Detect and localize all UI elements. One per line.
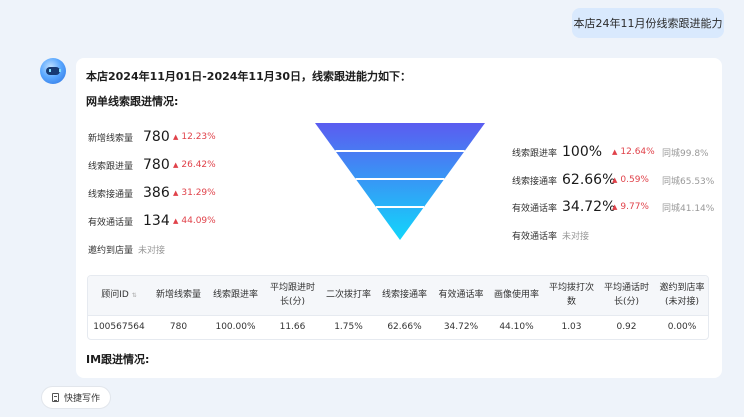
- column-header: 画像使用率: [489, 276, 544, 316]
- user-message-text: 本店24年11月份线索跟进能力: [573, 17, 723, 30]
- table-cell: 100567564: [93, 322, 145, 333]
- metric-label: 线索接通量: [88, 189, 134, 200]
- metric-benchmark: 同城65.53%: [662, 176, 715, 187]
- left-metric: 新增线索量 780 ▲ 12.23%: [88, 129, 216, 145]
- funnel-shape: [315, 123, 485, 240]
- sort-arrows-icon[interactable]: ⇅: [132, 292, 137, 299]
- table-cell: 780: [169, 322, 188, 333]
- metric-delta: ▲ 31.29%: [173, 188, 216, 198]
- metric-label: 新增线索量: [88, 133, 134, 144]
- right-metric: 有效通话率 未对接: [512, 229, 589, 242]
- metric-value: 34.72%: [562, 199, 616, 215]
- metric-delta-value: 0.59%: [620, 175, 649, 185]
- metric-delta-value: 12.23%: [181, 132, 216, 142]
- up-arrow-icon: ▲: [612, 148, 618, 156]
- metric-value: 134: [143, 213, 170, 229]
- column-header-label: 顾问ID: [101, 289, 129, 300]
- metric-benchmark: 同城99.8%: [662, 148, 709, 159]
- metric-value: 780: [143, 157, 170, 173]
- online-section-title: 网单线索跟进情况:: [86, 95, 179, 108]
- table-cell: 100.00%: [215, 322, 256, 333]
- metric-delta: ▲ 44.09%: [173, 216, 216, 226]
- left-metric: 线索接通量 386 ▲ 31.29%: [88, 185, 216, 201]
- quick-write-label: 快捷写作: [63, 394, 100, 404]
- funnel-chart: [315, 123, 485, 240]
- metric-label: 有效通话量: [88, 217, 134, 228]
- metric-delta-value: 44.09%: [181, 216, 216, 226]
- metric-delta-value: 12.64%: [620, 147, 655, 157]
- metric-delta: ▲ 12.23%: [173, 132, 216, 142]
- up-arrow-icon: ▲: [612, 203, 618, 211]
- metric-status: 未对接: [562, 232, 590, 242]
- right-metric: 线索跟进率 100% ▲ 12.64% 同城99.8%: [512, 144, 709, 160]
- table-row: 100567564 780 100.00% 11.66 1.75% 62.66%…: [88, 315, 708, 339]
- table-cell: 0.92: [616, 322, 637, 333]
- column-header: 二次拨打率: [321, 276, 376, 316]
- table-cell: 1.75%: [334, 322, 363, 333]
- left-metric: 邀约到店量 未对接: [88, 243, 165, 256]
- advisor-table: 顾问ID ⇅ 新增线索量 线索跟进率 平均跟进时长(分) 二次拨打率 线索接通率…: [87, 275, 709, 340]
- metric-value: 100%: [562, 144, 603, 160]
- metric-label: 线索接通率: [512, 176, 558, 187]
- table-header-row: 顾问ID ⇅ 新增线索量 线索跟进率 平均跟进时长(分) 二次拨打率 线索接通率…: [88, 276, 708, 316]
- column-header[interactable]: 顾问ID ⇅: [88, 276, 150, 316]
- metric-delta-value: 9.77%: [620, 202, 649, 212]
- metric-label: 有效通话率: [512, 232, 558, 242]
- user-message-bubble: 本店24年11月份线索跟进能力: [572, 8, 724, 38]
- metric-label: 线索跟进量: [88, 161, 134, 172]
- metric-delta-value: 26.42%: [181, 160, 216, 170]
- metric-value: 62.66%: [562, 172, 616, 188]
- metric-delta: ▲ 9.77%: [612, 202, 662, 212]
- table-cell: 62.66%: [387, 322, 422, 333]
- up-arrow-icon: ▲: [173, 217, 179, 225]
- document-icon: [51, 393, 59, 402]
- column-header: 新增线索量: [150, 276, 207, 316]
- up-arrow-icon: ▲: [173, 189, 179, 197]
- reply-intro: 本店2024年11月01日-2024年11月30日，线索跟进能力如下：: [86, 70, 412, 83]
- column-header: 邀约到店率(未对接): [654, 276, 708, 316]
- metric-delta-value: 31.29%: [181, 188, 216, 198]
- metric-delta: ▲ 12.64%: [612, 147, 662, 157]
- metric-delta: ▲ 26.42%: [173, 160, 216, 170]
- left-metric: 有效通话量 134 ▲ 44.09%: [88, 213, 216, 229]
- up-arrow-icon: ▲: [173, 133, 179, 141]
- metric-label: 邀约到店量: [88, 246, 134, 256]
- metric-label: 有效通话率: [512, 203, 558, 214]
- im-section-title: IM跟进情况:: [86, 353, 150, 366]
- metric-status: 未对接: [138, 246, 166, 256]
- column-header: 平均跟进时长(分): [264, 276, 321, 316]
- column-header: 平均通话时长(分): [599, 276, 654, 316]
- quick-write-button[interactable]: 快捷写作: [41, 386, 111, 409]
- metric-delta: ▲ 0.59%: [612, 175, 662, 185]
- table-cell: 1.03: [561, 322, 582, 333]
- column-header: 线索跟进率: [207, 276, 264, 316]
- assistant-avatar-icon: [40, 58, 66, 84]
- right-metric: 有效通话率 34.72% ▲ 9.77% 同城41.14%: [512, 199, 714, 215]
- column-header: 平均拨打次数: [544, 276, 599, 316]
- column-header: 有效通话率: [433, 276, 489, 316]
- up-arrow-icon: ▲: [612, 176, 618, 184]
- assistant-reply-card: 本店2024年11月01日-2024年11月30日，线索跟进能力如下： 网单线索…: [76, 58, 722, 378]
- column-header: 线索接通率: [376, 276, 433, 316]
- up-arrow-icon: ▲: [173, 161, 179, 169]
- table-cell: 44.10%: [499, 322, 534, 333]
- left-metric: 线索跟进量 780 ▲ 26.42%: [88, 157, 216, 173]
- metric-benchmark: 同城41.14%: [662, 203, 715, 214]
- metric-label: 线索跟进率: [512, 148, 558, 159]
- metric-value: 780: [143, 129, 170, 145]
- table-cell: 34.72%: [443, 322, 479, 333]
- right-metric: 线索接通率 62.66% ▲ 0.59% 同城65.53%: [512, 172, 714, 188]
- table-cell: 0.00%: [667, 322, 697, 333]
- table-cell: 11.66: [279, 322, 306, 333]
- metric-value: 386: [143, 185, 170, 201]
